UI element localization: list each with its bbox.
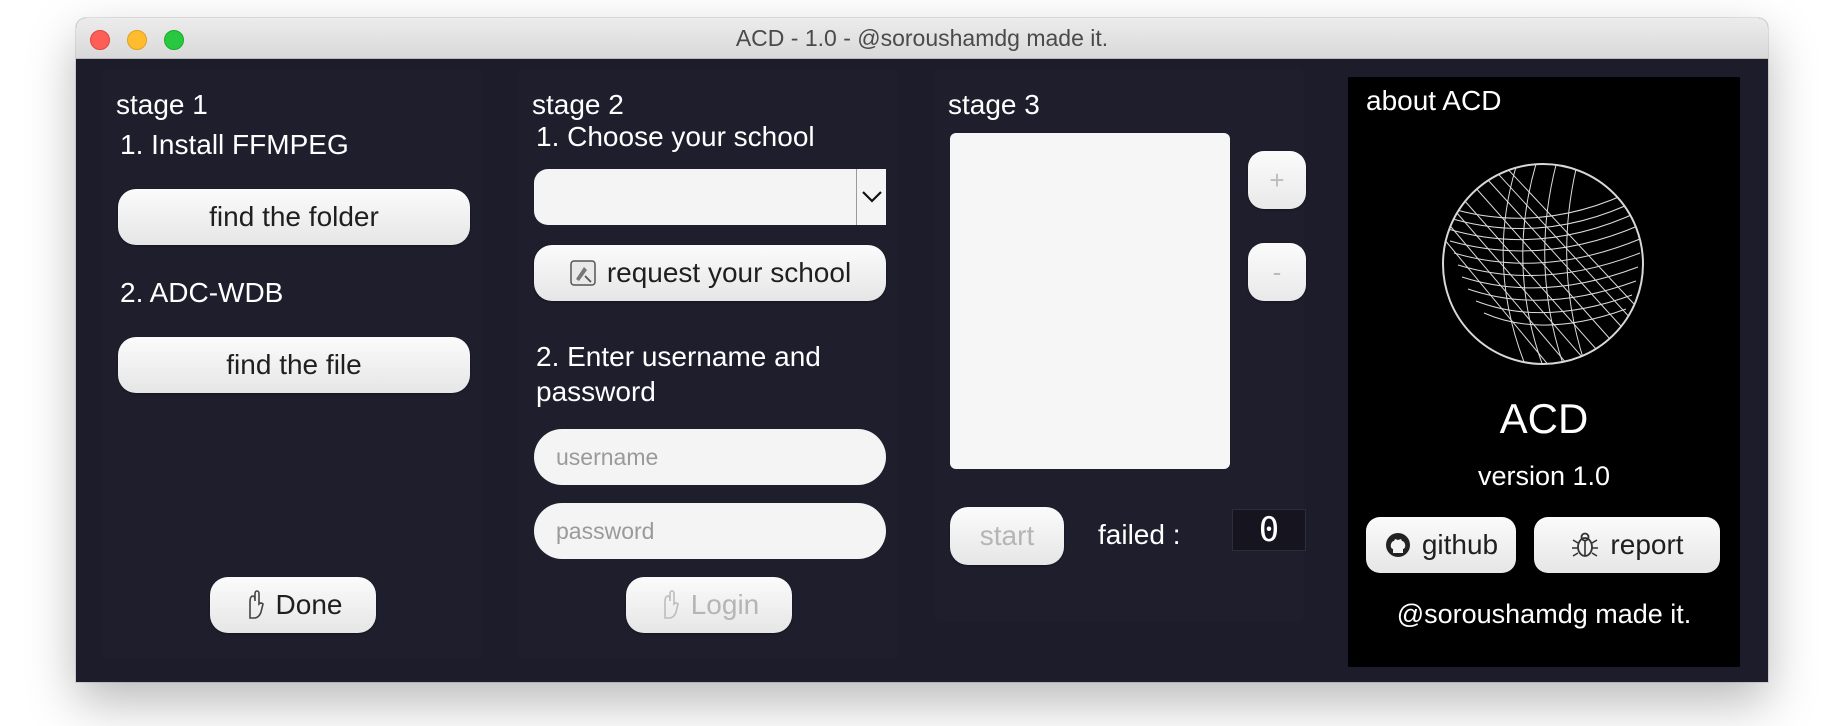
start-button[interactable]: start bbox=[950, 507, 1064, 565]
file-list[interactable] bbox=[950, 133, 1230, 469]
start-label: start bbox=[979, 520, 1035, 551]
stage3-title: stage 3 bbox=[948, 89, 1040, 120]
login-button[interactable]: Login bbox=[626, 577, 792, 633]
credentials-label-line1: 2. Enter username and bbox=[536, 341, 821, 372]
main-content: stage 1 1. Install FFMPEG find the folde… bbox=[76, 59, 1768, 682]
failed-count: 0 bbox=[1232, 509, 1306, 551]
find-file-label: find the file bbox=[226, 349, 362, 380]
stage2-title: stage 2 bbox=[532, 89, 624, 120]
username-placeholder: username bbox=[556, 443, 659, 470]
window-title: ACD - 1.0 - @soroushamdg made it. bbox=[735, 25, 1109, 51]
title-bar: ACD - 1.0 - @soroushamdg made it. bbox=[76, 18, 1768, 59]
github-label: github bbox=[1421, 529, 1499, 560]
add-item-button[interactable]: + bbox=[1248, 151, 1306, 209]
app-version: version 1.0 bbox=[1477, 461, 1611, 491]
bug-icon bbox=[1572, 532, 1599, 557]
request-school-label: request your school bbox=[606, 257, 852, 288]
hand-icon bbox=[248, 590, 264, 619]
school-request-icon bbox=[570, 260, 596, 286]
done-label: Done bbox=[275, 589, 343, 620]
password-field[interactable]: password bbox=[534, 503, 886, 559]
password-placeholder: password bbox=[556, 517, 655, 544]
stage1-title: stage 1 bbox=[116, 89, 208, 120]
hand-icon bbox=[663, 590, 679, 619]
remove-label: - bbox=[1272, 256, 1282, 287]
done-button[interactable]: Done bbox=[210, 577, 376, 633]
app-window: ACD - 1.0 - @soroushamdg made it. stage … bbox=[76, 18, 1768, 682]
github-button[interactable]: github bbox=[1366, 517, 1516, 573]
github-icon bbox=[1385, 533, 1410, 557]
adc-wdb-step-label: 2. ADC-WDB bbox=[120, 277, 284, 308]
find-folder-button[interactable]: find the folder bbox=[118, 189, 470, 245]
find-folder-label: find the folder bbox=[209, 201, 379, 232]
choose-school-label: 1. Choose your school bbox=[536, 121, 815, 152]
username-field[interactable]: username bbox=[534, 429, 886, 485]
app-name: ACD bbox=[1499, 395, 1589, 442]
chevron-down-icon bbox=[861, 191, 882, 203]
find-file-button[interactable]: find the file bbox=[118, 337, 470, 393]
request-school-button[interactable]: request your school bbox=[534, 245, 886, 301]
stage2-panel: stage 2 1. Choose your school request yo… bbox=[508, 59, 908, 682]
add-label: + bbox=[1269, 164, 1285, 195]
school-select-arrow[interactable] bbox=[856, 169, 886, 225]
credentials-label-line2: password bbox=[536, 376, 656, 407]
stage3-panel: stage 3 + - start failed : 0 bbox=[924, 59, 1324, 682]
report-button[interactable]: report bbox=[1534, 517, 1720, 573]
failed-label: failed : bbox=[1098, 519, 1181, 550]
school-select[interactable] bbox=[534, 169, 886, 225]
ffmpeg-step-label: 1. Install FFMPEG bbox=[120, 129, 349, 160]
stage1-panel: stage 1 1. Install FFMPEG find the folde… bbox=[92, 59, 492, 682]
credit-text: @soroushamdg made it. bbox=[1396, 599, 1692, 629]
about-panel: about ACD ACD version 1.0 github report … bbox=[1348, 77, 1740, 667]
report-label: report bbox=[1610, 529, 1684, 560]
about-title: about ACD bbox=[1366, 85, 1502, 116]
acd-logo bbox=[1442, 163, 1644, 365]
remove-item-button[interactable]: - bbox=[1248, 243, 1306, 301]
login-label: Login bbox=[690, 589, 760, 620]
